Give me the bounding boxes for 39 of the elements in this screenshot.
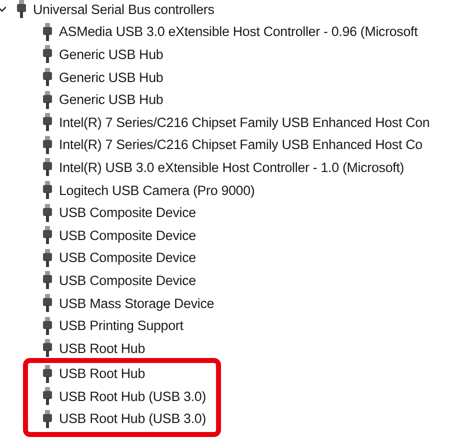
device-name[interactable]: Logitech USB Camera (Pro 9000) bbox=[59, 182, 255, 198]
usb-plug-icon bbox=[42, 226, 53, 244]
usb-plug-icon bbox=[42, 136, 53, 154]
usb-plug-icon bbox=[42, 45, 53, 64]
usb-plug-icon bbox=[42, 271, 53, 290]
device-name[interactable]: USB Composite Device bbox=[59, 205, 196, 220]
device-name[interactable]: USB Printing Support bbox=[59, 318, 184, 334]
device-name[interactable]: USB Mass Storage Device bbox=[59, 296, 214, 311]
category-name[interactable]: Universal Serial Bus controllers bbox=[33, 2, 214, 17]
device-name[interactable]: USB Composite Device bbox=[59, 228, 196, 243]
device-name[interactable]: USB Root Hub bbox=[59, 366, 146, 382]
device-name[interactable]: Intel(R) USB 3.0 eXtensible Host Controller - 1.0 (Microsoft) bbox=[59, 160, 404, 175]
device-name[interactable]: Generic USB Hub bbox=[59, 92, 164, 108]
device-name[interactable]: USB Root Hub bbox=[59, 340, 146, 356]
usb-plug-icon bbox=[42, 410, 53, 428]
usb-plug-icon bbox=[42, 364, 53, 383]
usb-plug-icon bbox=[42, 22, 53, 41]
collapse-chevron-icon[interactable] bbox=[0, 4, 6, 14]
usb-plug-icon bbox=[42, 113, 53, 132]
usb-plug-icon bbox=[42, 294, 53, 312]
device-name[interactable]: Generic USB Hub bbox=[59, 46, 164, 62]
device-name[interactable]: USB Composite Device bbox=[59, 250, 196, 266]
usb-plug-icon bbox=[42, 248, 53, 267]
usb-plug-icon bbox=[42, 204, 53, 222]
usb-plug-icon bbox=[42, 68, 53, 86]
device-name[interactable]: USB Root Hub (USB 3.0) bbox=[59, 411, 206, 426]
usb-plug-icon bbox=[42, 158, 53, 176]
usb-plug-icon bbox=[42, 339, 53, 358]
device-name[interactable]: Intel(R) 7 Series/C216 Chipset Family USB Enhanced Host Con bbox=[59, 114, 430, 130]
device-name[interactable]: Intel(R) 7 Series/C216 Chipset Family USB Enhanced Host Co bbox=[59, 137, 422, 152]
usb-plug-icon bbox=[42, 316, 53, 335]
device-name[interactable]: USB Composite Device bbox=[59, 272, 196, 288]
device-name[interactable]: USB Root Hub (USB 3.0) bbox=[59, 388, 206, 404]
usb-plug-icon bbox=[16, 0, 27, 18]
device-name[interactable]: ASMedia USB 3.0 eXtensible Host Controller - 0.96 (Microsoft bbox=[59, 24, 418, 40]
usb-plug-icon bbox=[42, 181, 53, 200]
device-name[interactable]: Generic USB Hub bbox=[59, 70, 164, 85]
usb-plug-icon bbox=[42, 387, 53, 406]
usb-plug-icon bbox=[42, 90, 53, 109]
